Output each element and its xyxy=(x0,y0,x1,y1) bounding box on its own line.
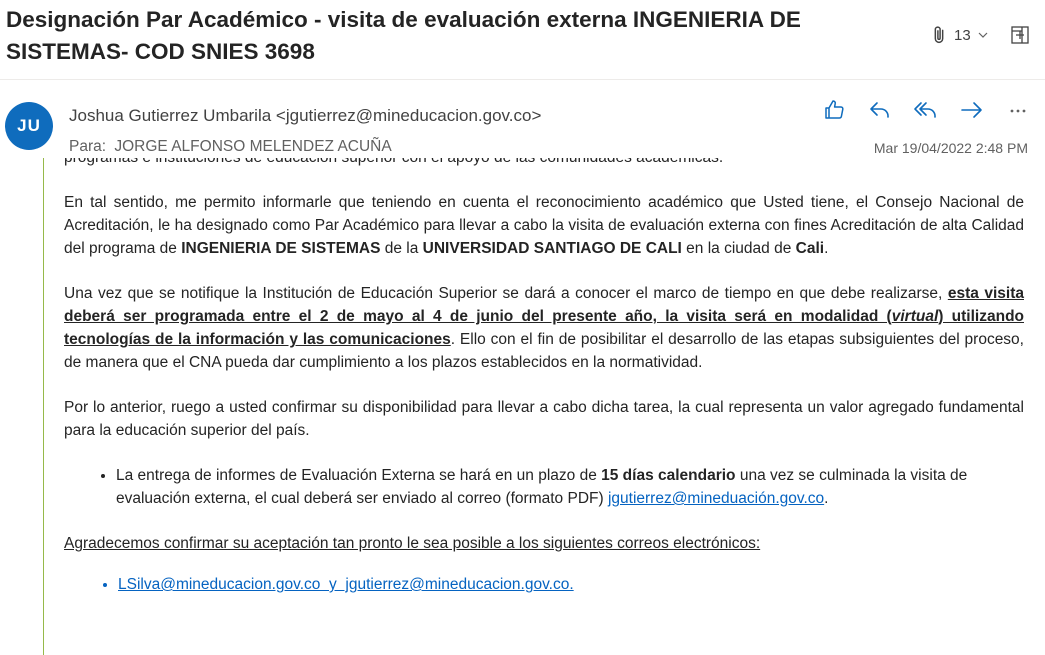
body-paragraph-0: programas e instituciones de educación s… xyxy=(64,158,1024,169)
more-actions-button[interactable] xyxy=(1002,96,1034,124)
emails-link[interactable]: LSilva@mineducacion.gov.co y jgutierrez@… xyxy=(118,576,574,593)
like-icon xyxy=(825,100,844,119)
list-item: La entrega de informes de Evaluación Ext… xyxy=(116,464,1024,510)
message-body-content: programas e instituciones de educación s… xyxy=(64,158,1024,596)
email-list: LSilva@mineducacion.gov.co y jgutierrez@… xyxy=(64,573,1024,596)
recipient-row: Para: JORGE ALFONSO MELENDEZ ACUÑA xyxy=(69,138,392,156)
body-paragraph-3: Por lo anterior, ruego a usted confirmar… xyxy=(64,396,1024,442)
email-link[interactable]: jgutierrez@mineduación.gov.co xyxy=(608,490,824,507)
city-name: Cali xyxy=(795,240,825,257)
deadline-text: 15 días calendario xyxy=(601,467,736,484)
paragraph-text: en la ciudad de xyxy=(681,240,796,257)
body-paragraph-2: Una vez que se notifique la Institución … xyxy=(64,282,1024,374)
reply-button[interactable] xyxy=(864,96,896,124)
program-name: INGENIERIA DE SISTEMAS xyxy=(181,240,381,257)
quote-bar xyxy=(43,158,44,655)
attachments-count: 13 xyxy=(954,26,971,44)
forward-button[interactable] xyxy=(956,96,988,124)
university-name: UNIVERSIDAD SANTIAGO DE CALI xyxy=(422,240,682,257)
reply-all-icon xyxy=(914,102,936,118)
message-actions xyxy=(818,96,1034,124)
forward-icon xyxy=(961,102,982,118)
sent-date: Mar 19/04/2022 2:48 PM xyxy=(873,140,1028,156)
subject-bar: Designación Par Académico - visita de ev… xyxy=(0,0,1045,80)
like-button[interactable] xyxy=(818,96,850,124)
attachments-toggle[interactable]: 13 xyxy=(928,24,989,46)
virtual-mode-text: virtual xyxy=(891,308,939,325)
more-icon xyxy=(1010,109,1026,113)
paperclip-icon xyxy=(934,26,944,44)
list-item-text: La entrega de informes de Evaluación Ext… xyxy=(116,467,602,484)
bullet-list: La entrega de informes de Evaluación Ext… xyxy=(64,464,1024,510)
paragraph-text: Una vez que se notifique la Institución … xyxy=(64,285,948,302)
sender-name[interactable]: Joshua Gutierrez Umbarila <jgutierrez@mi… xyxy=(69,106,541,126)
message-body: programas e instituciones de educación s… xyxy=(0,158,1045,655)
body-paragraph-1: En tal sentido, me permito informarle qu… xyxy=(64,191,1024,260)
reply-all-button[interactable] xyxy=(910,96,942,124)
paragraph-text: de la xyxy=(380,240,423,257)
list-item: LSilva@mineducacion.gov.co y jgutierrez@… xyxy=(118,573,1024,596)
email-subject: Designación Par Académico - visita de ev… xyxy=(6,7,801,64)
paragraph-text: programas e instituciones de educación s… xyxy=(64,158,723,166)
to-label: Para: xyxy=(69,138,107,155)
list-item-text: . xyxy=(824,490,829,507)
confirm-text: Agradecemos confirmar su aceptación tan … xyxy=(64,535,761,552)
chevron-down-icon xyxy=(978,32,988,38)
avatar[interactable]: JU xyxy=(5,102,53,150)
paragraph-text: Por lo anterior, ruego a usted confirmar… xyxy=(64,399,1024,439)
paragraph-text: . xyxy=(824,240,829,257)
reply-icon xyxy=(870,102,889,118)
recipient-name[interactable]: JORGE ALFONSO MELENDEZ ACUÑA xyxy=(114,138,391,155)
expand-icon[interactable] xyxy=(1009,24,1031,46)
